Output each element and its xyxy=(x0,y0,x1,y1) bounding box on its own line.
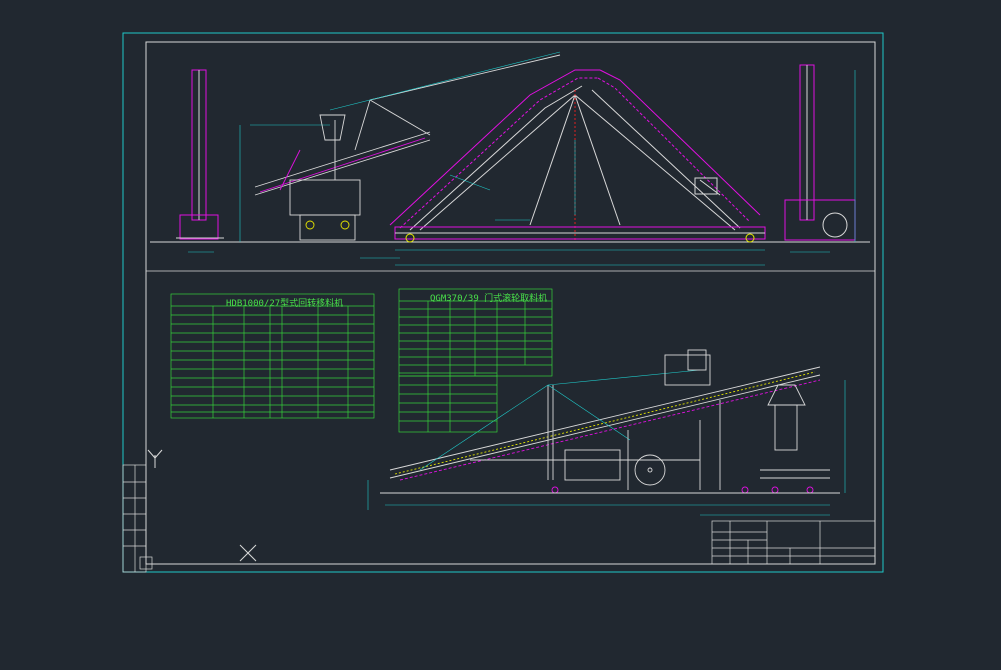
title-block xyxy=(711,520,876,565)
left-column xyxy=(176,69,224,240)
top-elevation-view xyxy=(150,51,870,266)
table-left-title: HDB1000/27型式回转移料机 xyxy=(226,299,344,309)
cross-marker-icon xyxy=(239,544,257,562)
stacker-machine xyxy=(254,51,561,241)
portal-reclaimer xyxy=(389,69,766,243)
table-right-title: QGM370/39 门式滚轮取料机 xyxy=(430,294,548,304)
spec-table-left xyxy=(170,293,375,419)
cad-drawing-canvas[interactable] xyxy=(0,0,1001,670)
revision-strip xyxy=(122,464,153,573)
right-column xyxy=(784,64,856,241)
bottom-elevation-view xyxy=(367,349,846,516)
spec-table-right-extension xyxy=(398,375,498,433)
ucs-y-icon xyxy=(147,449,163,468)
